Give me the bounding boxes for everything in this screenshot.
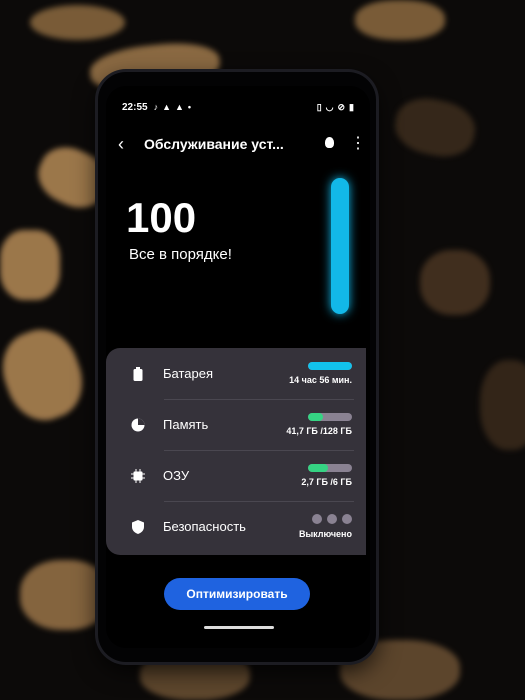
storage-pie-icon bbox=[131, 418, 145, 432]
tips-lightbulb-icon[interactable] bbox=[322, 136, 336, 152]
ram-label: ОЗУ bbox=[163, 468, 190, 483]
battery-icon bbox=[131, 366, 145, 381]
battery-label: Батарея bbox=[163, 366, 214, 381]
dnd-icon: ⊘ bbox=[337, 101, 346, 112]
battery-bar bbox=[308, 362, 352, 370]
status-message: Все в порядке! bbox=[129, 246, 232, 263]
ram-chip-icon bbox=[131, 468, 145, 483]
app-bar: ‹ Обслуживание уст... ⋮ bbox=[118, 132, 366, 156]
optimize-button[interactable]: Оптимизировать bbox=[164, 578, 310, 610]
score-gauge-fill bbox=[331, 178, 349, 314]
ram-bar bbox=[308, 464, 352, 472]
notification-icons: ♪ ▲ ▲ • bbox=[154, 102, 192, 112]
vibrate-icon: ▯ bbox=[316, 101, 322, 112]
ram-row[interactable]: ОЗУ 2,7 ГБ /6 ГБ bbox=[106, 450, 366, 501]
system-icons: ▯ ◡ ⊘ ▮ bbox=[317, 102, 354, 113]
storage-bar bbox=[308, 413, 352, 421]
more-options-icon[interactable]: ⋮ bbox=[350, 136, 366, 152]
device-score: 100 bbox=[126, 194, 197, 241]
wifi-icon: ◡ bbox=[325, 101, 334, 112]
security-value: Выключено bbox=[298, 529, 352, 539]
status-bar: 22:55 ♪ ▲ ▲ • ▯ ◡ ⊘ ▮ bbox=[122, 100, 354, 114]
battery-row[interactable]: Батарея 14 час 56 мин. bbox=[106, 348, 366, 399]
security-row[interactable]: Безопасность Выключено bbox=[106, 501, 366, 552]
dot-icon: • bbox=[187, 102, 192, 112]
shield-icon bbox=[131, 519, 145, 534]
warning-icon: ▲ bbox=[162, 102, 171, 112]
warning-icon: ▲ bbox=[175, 102, 184, 112]
storage-label: Память bbox=[163, 417, 209, 432]
status-time: 22:55 bbox=[122, 101, 148, 113]
page-title: Обслуживание уст... bbox=[144, 136, 284, 152]
phone: 22:55 ♪ ▲ ▲ • ▯ ◡ ⊘ ▮ ‹ Обслуживание уст… bbox=[98, 72, 376, 662]
screen: 22:55 ♪ ▲ ▲ • ▯ ◡ ⊘ ▮ ‹ Обслуживание уст… bbox=[106, 86, 370, 648]
back-icon[interactable]: ‹ bbox=[118, 134, 138, 155]
storage-row[interactable]: Память 41,7 ГБ /128 ГБ bbox=[106, 399, 366, 450]
security-label: Безопасность bbox=[163, 519, 246, 534]
storage-value: 41,7 ГБ /128 ГБ bbox=[286, 426, 352, 436]
maintenance-card: Батарея 14 час 56 мин. Память 41,7 ГБ /1… bbox=[106, 348, 366, 555]
ram-value: 2,7 ГБ /6 ГБ bbox=[301, 477, 352, 487]
battery-value: 14 час 56 мин. bbox=[289, 375, 352, 385]
battery-icon: ▮ bbox=[349, 101, 354, 112]
home-indicator[interactable] bbox=[204, 626, 274, 629]
tiktok-icon: ♪ bbox=[153, 102, 159, 112]
score-gauge bbox=[331, 178, 349, 314]
security-dots bbox=[312, 514, 352, 524]
